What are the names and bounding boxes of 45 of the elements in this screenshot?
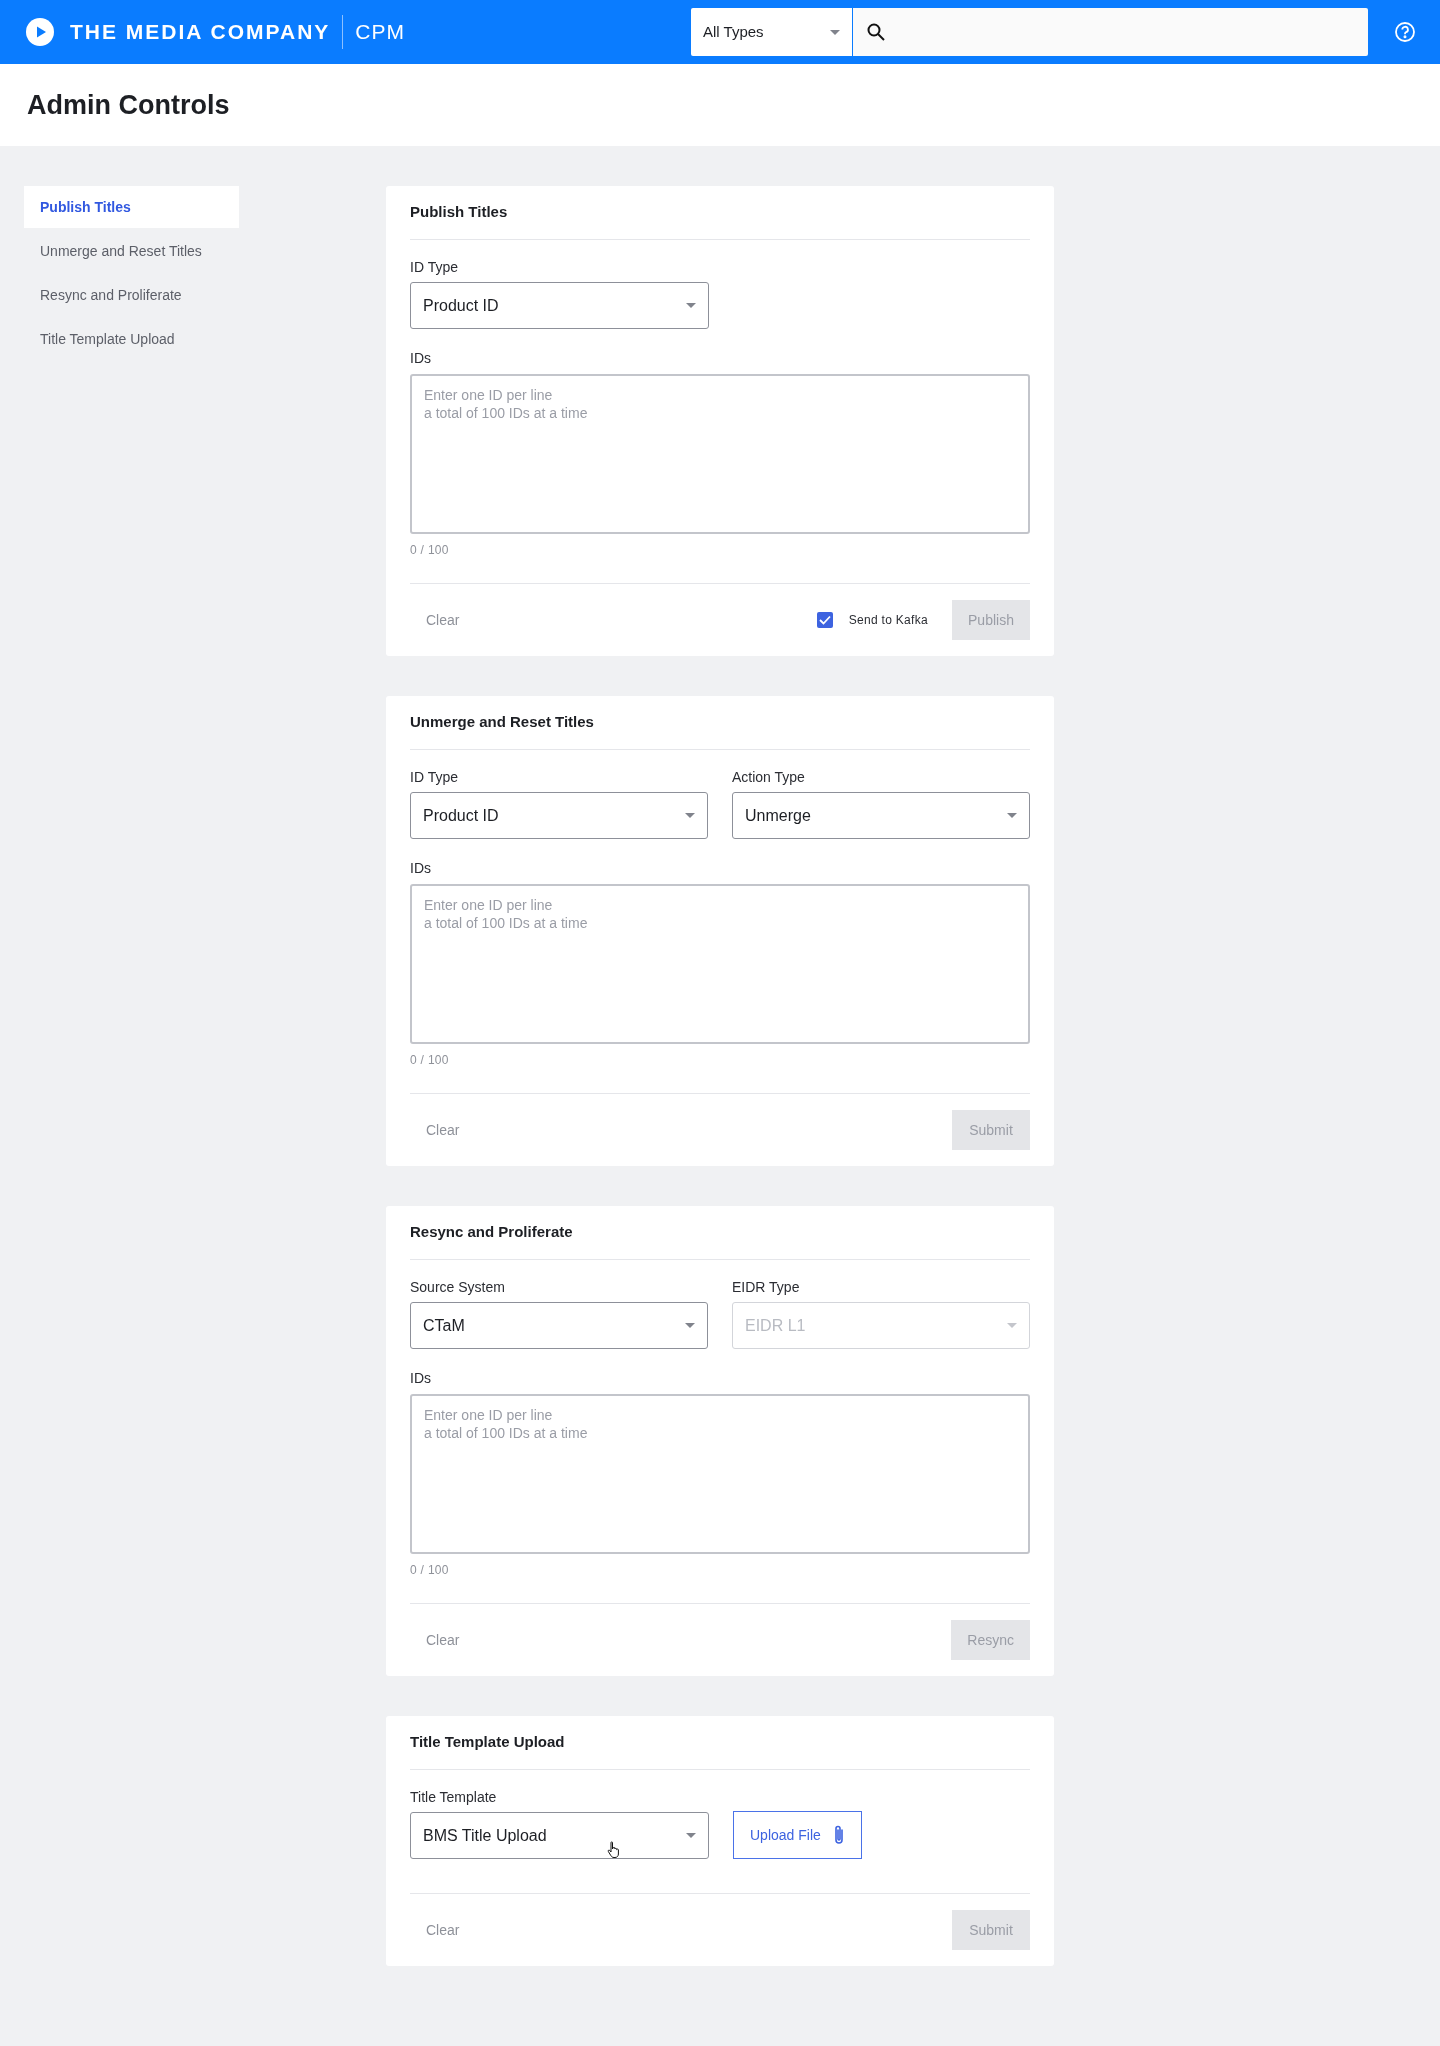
- clear-button[interactable]: Clear: [410, 1620, 476, 1660]
- select-value: EIDR L1: [745, 1315, 806, 1336]
- clear-button[interactable]: Clear: [410, 600, 476, 640]
- ids-text-area[interactable]: Enter one ID per line a total of 100 IDs at a time: [410, 1394, 1030, 1554]
- card-title: Title Template Upload: [410, 1732, 566, 1752]
- product-name: CPM: [355, 19, 405, 46]
- page-title: Admin Controls: [27, 88, 230, 122]
- sidebar-item[interactable]: Unmerge and Reset Titles: [24, 230, 239, 272]
- select-field[interactable]: Product ID: [410, 792, 708, 839]
- brand-name: THE MEDIA COMPANY: [70, 19, 331, 46]
- field-label: EIDR Type: [732, 1278, 801, 1297]
- select-field[interactable]: Product ID: [410, 282, 709, 329]
- field-label: IDs: [410, 859, 432, 878]
- card-title: Publish Titles: [410, 202, 509, 222]
- select-field[interactable]: CTaM: [410, 1302, 708, 1349]
- clear-button[interactable]: Clear: [410, 1110, 476, 1150]
- sidebar-item[interactable]: Title Template Upload: [24, 318, 239, 360]
- field-label: ID Type: [410, 258, 459, 277]
- select-value: Product ID: [423, 295, 499, 316]
- clear-button[interactable]: Clear: [410, 1910, 476, 1950]
- select-value: Product ID: [423, 805, 499, 826]
- card-title: Unmerge and Reset Titles: [410, 712, 595, 732]
- ids-text-area[interactable]: Enter one ID per line a total of 100 IDs at a time: [410, 374, 1030, 534]
- character-counter: 0 / 100: [410, 1562, 450, 1578]
- field-label: Source System: [410, 1278, 506, 1297]
- select-value: BMS Title Upload: [423, 1825, 547, 1846]
- card-title: Resync and Proliferate: [410, 1222, 574, 1242]
- select-value: Unmerge: [745, 805, 811, 826]
- select-field[interactable]: Unmerge: [732, 792, 1030, 839]
- select-field[interactable]: BMS Title Upload: [410, 1812, 709, 1859]
- field-label: IDs: [410, 1369, 432, 1388]
- ids-text-area[interactable]: Enter one ID per line a total of 100 IDs at a time: [410, 884, 1030, 1044]
- sidebar-item[interactable]: Resync and Proliferate: [24, 274, 239, 316]
- sidebar-item[interactable]: Publish Titles: [24, 186, 239, 228]
- type-filter-select[interactable]: All Types: [691, 8, 853, 56]
- character-counter: 0 / 100: [410, 542, 450, 558]
- field-label: IDs: [410, 349, 432, 368]
- select-value: CTaM: [423, 1315, 465, 1336]
- upload-file-button[interactable]: Upload File: [733, 1811, 862, 1859]
- field-label: Title Template: [410, 1788, 498, 1807]
- field-label: Action Type: [732, 768, 806, 787]
- checkbox-label: Send to Kafka: [848, 612, 928, 629]
- select-value: All Types: [703, 21, 764, 42]
- field-label: ID Type: [410, 768, 459, 787]
- character-counter: 0 / 100: [410, 1052, 450, 1068]
